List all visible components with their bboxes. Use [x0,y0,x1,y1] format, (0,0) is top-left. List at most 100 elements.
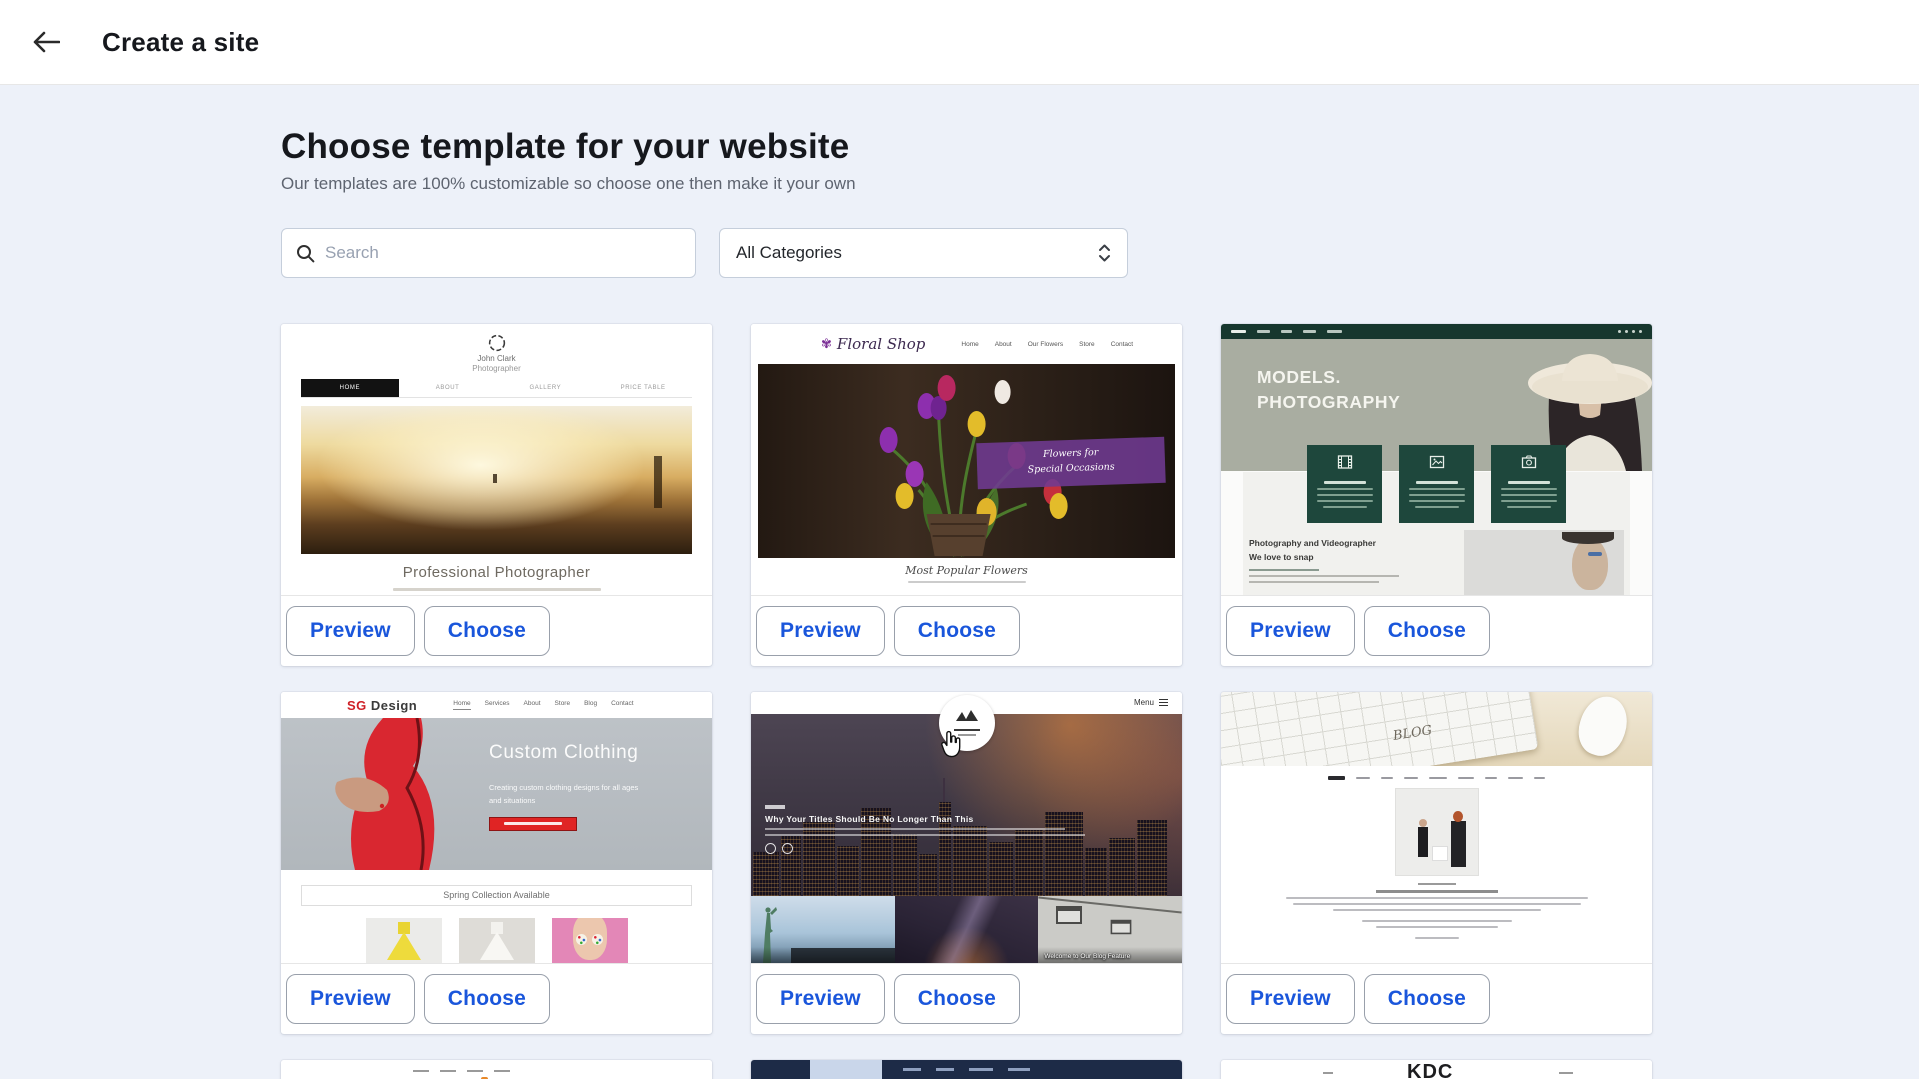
mock-hero-text: Custom Clothing Creating custom clothing… [489,742,638,831]
mock-thumb-caption: Welcome to Our Blog Feature [1044,953,1178,960]
red-dress-graphic [287,718,487,870]
mock-feature-images [1399,445,1474,523]
mock-header: ✾ Floral Shop Home About Our Flowers Sto… [751,324,1182,364]
template-grid: John Clark Photographer HOME ABOUT GALLE… [281,324,1652,1079]
template-preview-photographer[interactable]: John Clark Photographer HOME ABOUT GALLE… [281,324,712,596]
create-site-page: Create a site Choose template for your w… [0,0,1919,1079]
camera-shutter-icon [488,334,506,352]
keyboard-graphic [1221,692,1539,766]
template-card-partial-left [281,1060,712,1079]
preview-button[interactable]: Preview [286,606,415,656]
mock-footer: Most Popular Flowers [751,558,1182,596]
mock-nav-item [1281,330,1292,333]
search-box [281,228,696,278]
mock-product: Dress Collections [366,918,442,964]
mock-text-line [1249,569,1319,571]
mock-body-title: We love to snap [1249,550,1399,564]
preview-button[interactable]: Preview [1226,974,1355,1024]
card-actions: Preview Choose [281,964,712,1033]
category-select[interactable]: All Categories [719,228,1128,278]
preview-button[interactable]: Preview [1226,606,1355,656]
mock-ribbon: Spring Collection Available [301,885,692,906]
section-subheading: Our templates are 100% customizable so c… [281,174,1652,194]
card-actions: Preview Choose [281,596,712,665]
mock-nav [903,1068,1182,1071]
mock-hero-image-field-sunset [301,406,692,554]
mock-nav-highlight [810,1060,882,1079]
film-icon [1337,454,1353,470]
mock-hero-text: Why Your Titles Should Be No Longer Than… [765,805,1085,854]
mock-product: Dress Collection [459,918,535,964]
mock-product: Swim Collections [552,918,628,964]
mock-nav-item: PRICE TABLE [594,379,692,397]
mock-text-line [1376,890,1498,893]
mock-brand-name: John Clark [281,354,712,363]
card-actions: Preview Choose [751,964,1182,1033]
mock-brand: SG Design [347,698,417,713]
choose-button[interactable]: Choose [894,606,1020,656]
choose-button[interactable]: Choose [424,606,550,656]
mock-text-line [1293,903,1581,905]
choose-button[interactable]: Choose [1364,606,1490,656]
mock-nav-item: Our Flowers [1028,341,1063,348]
mock-nav-item: Blog [584,700,597,710]
hamburger-icon [1159,699,1168,706]
back-button[interactable] [24,20,68,64]
mock-thumbnail-row: Welcome to Our Blog Feature [751,896,1182,963]
mock-cta-button [489,817,577,831]
mock-body-title: Photography and Videographer [1249,536,1399,550]
template-preview-models[interactable]: MODELS.PHOTOGRAPHY [1221,324,1652,596]
template-preview-partial-middle[interactable] [751,1060,1182,1079]
mock-nav-item: Store [1079,341,1095,348]
card-actions: Preview Choose [1221,964,1652,1033]
mock-menu-label: Menu [1134,698,1154,707]
template-preview-floral[interactable]: ✾ Floral Shop Home About Our Flowers Sto… [751,324,1182,596]
mouse-graphic [1572,692,1634,762]
template-preview-partial-left[interactable] [281,1060,712,1079]
template-preview-fashion[interactable]: SG Design Home Services About Store Blog… [281,692,712,964]
card-actions: Preview Choose [1221,596,1652,665]
choose-button[interactable]: Choose [424,974,550,1024]
mock-text-line [1362,920,1512,922]
mock-header: SG Design Home Services About Store Blog… [281,692,712,718]
mock-nav-item [1257,330,1270,333]
template-preview-partial-right[interactable]: KDC [1221,1060,1652,1079]
mock-thumb-ski-lift: Welcome to Our Blog Feature [1038,896,1182,963]
mock-brand: KDC [1407,1061,1453,1079]
template-card-fashion: SG Design Home Services About Store Blog… [281,692,712,1034]
mock-text-line [1249,581,1379,583]
mock-text-line [1415,937,1459,939]
mock-nav: Home Services About Store Blog Contact [453,700,633,710]
mock-body-text: Photography and Videographer We love to … [1249,536,1399,583]
preview-button[interactable]: Preview [756,974,885,1024]
mock-nav: HOME ABOUT GALLERY PRICE TABLE [301,379,692,398]
up-down-chevrons-icon [1098,242,1111,264]
mock-feature-photography [1491,445,1566,523]
mock-nav-item: About [995,341,1012,348]
mock-nav-item: Contact [611,700,633,710]
template-card-models: MODELS.PHOTOGRAPHY [1221,324,1652,666]
preview-button[interactable]: Preview [756,606,885,656]
image-icon [1429,454,1445,470]
template-card-partial-middle [751,1060,1182,1079]
mock-hero-image-tulips: Flowers for Special Occasions [758,364,1175,558]
mock-hero-subtext: Creating custom clothing designs for all… [489,782,638,808]
template-card-keyboard-blog: BLOG [1221,692,1652,1034]
mock-portrait-image [1464,530,1624,596]
template-preview-travel[interactable]: Menu [751,692,1182,964]
template-card-partial-right: KDC [1221,1060,1652,1079]
template-preview-keyboard-blog[interactable]: BLOG [1221,692,1652,964]
choose-button[interactable]: Choose [894,974,1020,1024]
mock-nav-item [1303,330,1316,333]
mock-hero-banner: Flowers for Special Occasions [976,437,1165,490]
mock-text-line [1418,883,1456,885]
preview-button[interactable]: Preview [286,974,415,1024]
flower-icon: ✾ [821,336,832,352]
mountains-icon [954,709,980,721]
mock-hero-red-dress: Custom Clothing Creating custom clothing… [281,718,712,870]
search-input[interactable] [325,243,681,263]
choose-button[interactable]: Choose [1364,974,1490,1024]
filter-controls: All Categories [281,228,1652,278]
template-card-floral: ✾ Floral Shop Home About Our Flowers Sto… [751,324,1182,666]
mock-nav [1221,776,1652,780]
